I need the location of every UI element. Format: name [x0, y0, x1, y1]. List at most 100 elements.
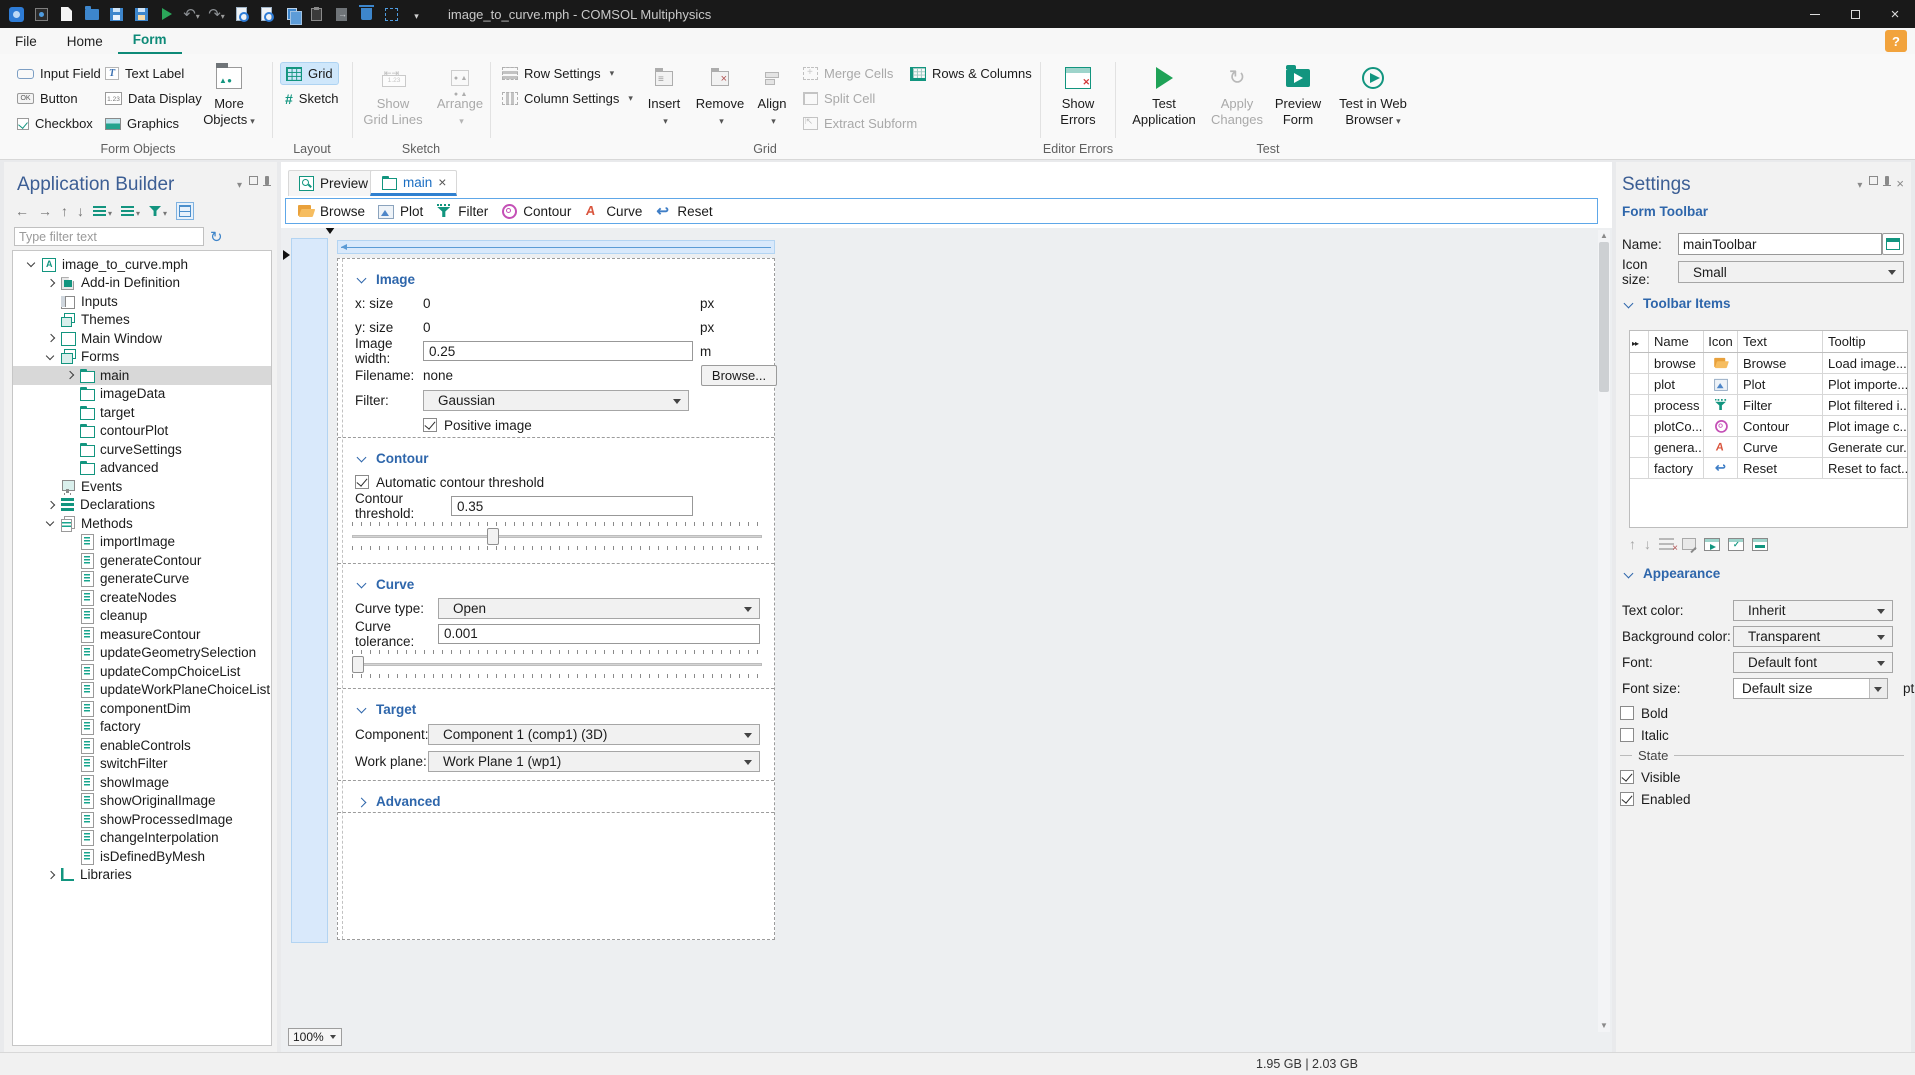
expand-icon[interactable] [62, 368, 79, 382]
add-separator-icon[interactable] [1752, 537, 1768, 551]
tab-home[interactable]: Home [52, 30, 118, 54]
delete-item-icon[interactable] [1659, 538, 1678, 554]
work-plane-dropdown[interactable]: Work Plane 1 (wp1) [428, 751, 760, 772]
tab-main[interactable]: main [370, 170, 458, 196]
help-button[interactable]: ? [1885, 30, 1907, 52]
tree-item-Forms[interactable]: Forms [13, 348, 271, 367]
pin-panel-icon[interactable] [1883, 176, 1892, 186]
expand-all-button[interactable] [121, 203, 140, 219]
float-panel-icon[interactable] [1869, 176, 1879, 185]
appearance-section-header[interactable]: Appearance [1622, 566, 1904, 581]
browse-file-button[interactable]: Browse... [701, 365, 777, 386]
background-color-dropdown[interactable]: Transparent [1733, 626, 1893, 647]
form-toolbar-curve-button[interactable]: Curve [580, 200, 651, 222]
tree-item-showOriginalImage[interactable]: showOriginalImage [13, 792, 271, 811]
tree-item-Main Window[interactable]: Main Window [13, 329, 271, 348]
move-up-icon[interactable] [61, 203, 68, 219]
zoom-document-icon[interactable] [229, 0, 254, 28]
form-toolbar-browse-button[interactable]: Browse [294, 200, 374, 222]
tree-item-importImage[interactable]: importImage [13, 533, 271, 552]
toolbar-items-table[interactable]: Name Icon Text Tooltip browse Browse Load … [1629, 330, 1908, 528]
positive-image-checkbox[interactable] [423, 418, 437, 432]
move-down-icon[interactable] [1644, 536, 1651, 552]
advanced-section-header[interactable]: Advanced [355, 789, 760, 813]
icon-size-dropdown[interactable]: Small [1678, 261, 1904, 283]
column-header[interactable]: Text [1738, 331, 1823, 352]
form-area[interactable]: Image x: size 0 px y: size 0 px Image width:… [337, 258, 777, 940]
tree-item-cleanup[interactable]: cleanup [13, 607, 271, 626]
expand-icon[interactable] [43, 276, 60, 290]
enabled-checkbox[interactable] [1620, 792, 1634, 806]
copy-icon[interactable] [279, 0, 304, 28]
close-tab-icon[interactable] [438, 174, 446, 190]
panel-menu-icon[interactable] [1857, 176, 1862, 191]
contour-threshold-slider[interactable] [352, 520, 766, 554]
tree-item-showImage[interactable]: showImage [13, 773, 271, 792]
test-application-button[interactable]: Test Application [1124, 60, 1204, 146]
grid-column-strip[interactable] [337, 240, 775, 254]
graphics-button[interactable]: Graphics [100, 112, 184, 135]
find-icon[interactable] [254, 0, 279, 28]
bold-checkbox[interactable] [1620, 706, 1634, 720]
scrollbar-thumb[interactable] [1599, 242, 1609, 392]
new-file-icon[interactable] [54, 0, 79, 28]
toolbar-item-row-curve[interactable]: genera... Curve Generate cur... [1630, 437, 1907, 458]
move-up-icon[interactable] [1629, 536, 1636, 552]
panel-menu-icon[interactable] [237, 176, 242, 191]
view-mode-button[interactable] [176, 202, 195, 220]
filter-dropdown[interactable]: Gaussian [423, 390, 689, 411]
tree-item-updateCompChoiceList[interactable]: updateCompChoiceList [13, 662, 271, 681]
tab-preview[interactable]: Preview [288, 170, 380, 196]
open-file-icon[interactable] [79, 0, 104, 28]
close-panel-icon[interactable] [1896, 176, 1904, 191]
image-width-input[interactable] [423, 341, 693, 361]
font-dropdown[interactable]: Default font [1733, 652, 1893, 673]
form-toolbar-filter-button[interactable]: Filter [432, 200, 497, 222]
rows-columns-button[interactable]: Rows & Columns [905, 62, 1037, 85]
pin-panel-icon[interactable] [263, 176, 271, 186]
maximize-button[interactable] [1835, 0, 1875, 28]
tree-item-Themes[interactable]: Themes [13, 311, 271, 330]
refresh-icon[interactable] [204, 228, 223, 246]
tree-item-updateGeometrySelection[interactable]: updateGeometrySelection [13, 644, 271, 663]
filter-input[interactable] [14, 227, 204, 246]
scroll-up-icon[interactable] [1598, 230, 1610, 242]
name-input[interactable] [1678, 233, 1882, 255]
checkbox-button[interactable]: Checkbox [12, 112, 98, 135]
contour-threshold-input[interactable] [451, 496, 693, 516]
column-settings-button[interactable]: Column Settings [497, 87, 638, 110]
column-header[interactable]: Tooltip [1823, 331, 1907, 352]
remove-button[interactable]: Remove [694, 60, 746, 146]
add-toggle-item-icon[interactable] [1728, 537, 1744, 551]
text-label-button[interactable]: T Text Label [100, 62, 189, 85]
slider-thumb[interactable] [486, 528, 499, 545]
toolbar-items-section-header[interactable]: Toolbar Items [1622, 296, 1904, 311]
row-settings-button[interactable]: Row Settings [497, 62, 619, 85]
insert-button[interactable]: Insert [640, 60, 688, 146]
collapse-icon[interactable] [43, 516, 60, 530]
tree-item-Libraries[interactable]: Libraries [13, 866, 271, 885]
undo-icon[interactable] [179, 0, 204, 28]
tree-item-createNodes[interactable]: createNodes [13, 588, 271, 607]
run-icon[interactable] [154, 0, 179, 28]
collapse-icon[interactable] [24, 257, 41, 271]
tree-item-image_to_curve.mph[interactable]: image_to_curve.mph [13, 255, 271, 274]
tree-item-Declarations[interactable]: Declarations [13, 496, 271, 515]
scroll-down-icon[interactable] [1598, 1020, 1610, 1032]
filter-button[interactable] [149, 203, 167, 219]
add-item-icon[interactable] [1704, 537, 1720, 551]
tree-item-enableControls[interactable]: enableControls [13, 736, 271, 755]
collapse-all-button[interactable] [93, 203, 112, 219]
redo-icon[interactable] [204, 0, 229, 28]
save-icon[interactable] [104, 0, 129, 28]
tab-form[interactable]: Form [117, 28, 182, 54]
more-objects-button[interactable]: More Objects [198, 60, 260, 146]
grid-row-strip[interactable] [291, 238, 328, 943]
font-size-combo[interactable]: Default size [1733, 678, 1888, 699]
tree-item-advanced[interactable]: advanced [13, 459, 271, 478]
toolbar-item-row-filter[interactable]: process Filter Plot filtered i... [1630, 395, 1907, 416]
form-toolbar-contour-button[interactable]: Contour [497, 200, 580, 222]
collapse-icon[interactable] [43, 350, 60, 364]
tree-item-contourPlot[interactable]: contourPlot [13, 422, 271, 441]
tree-item-Methods[interactable]: Methods [13, 514, 271, 533]
